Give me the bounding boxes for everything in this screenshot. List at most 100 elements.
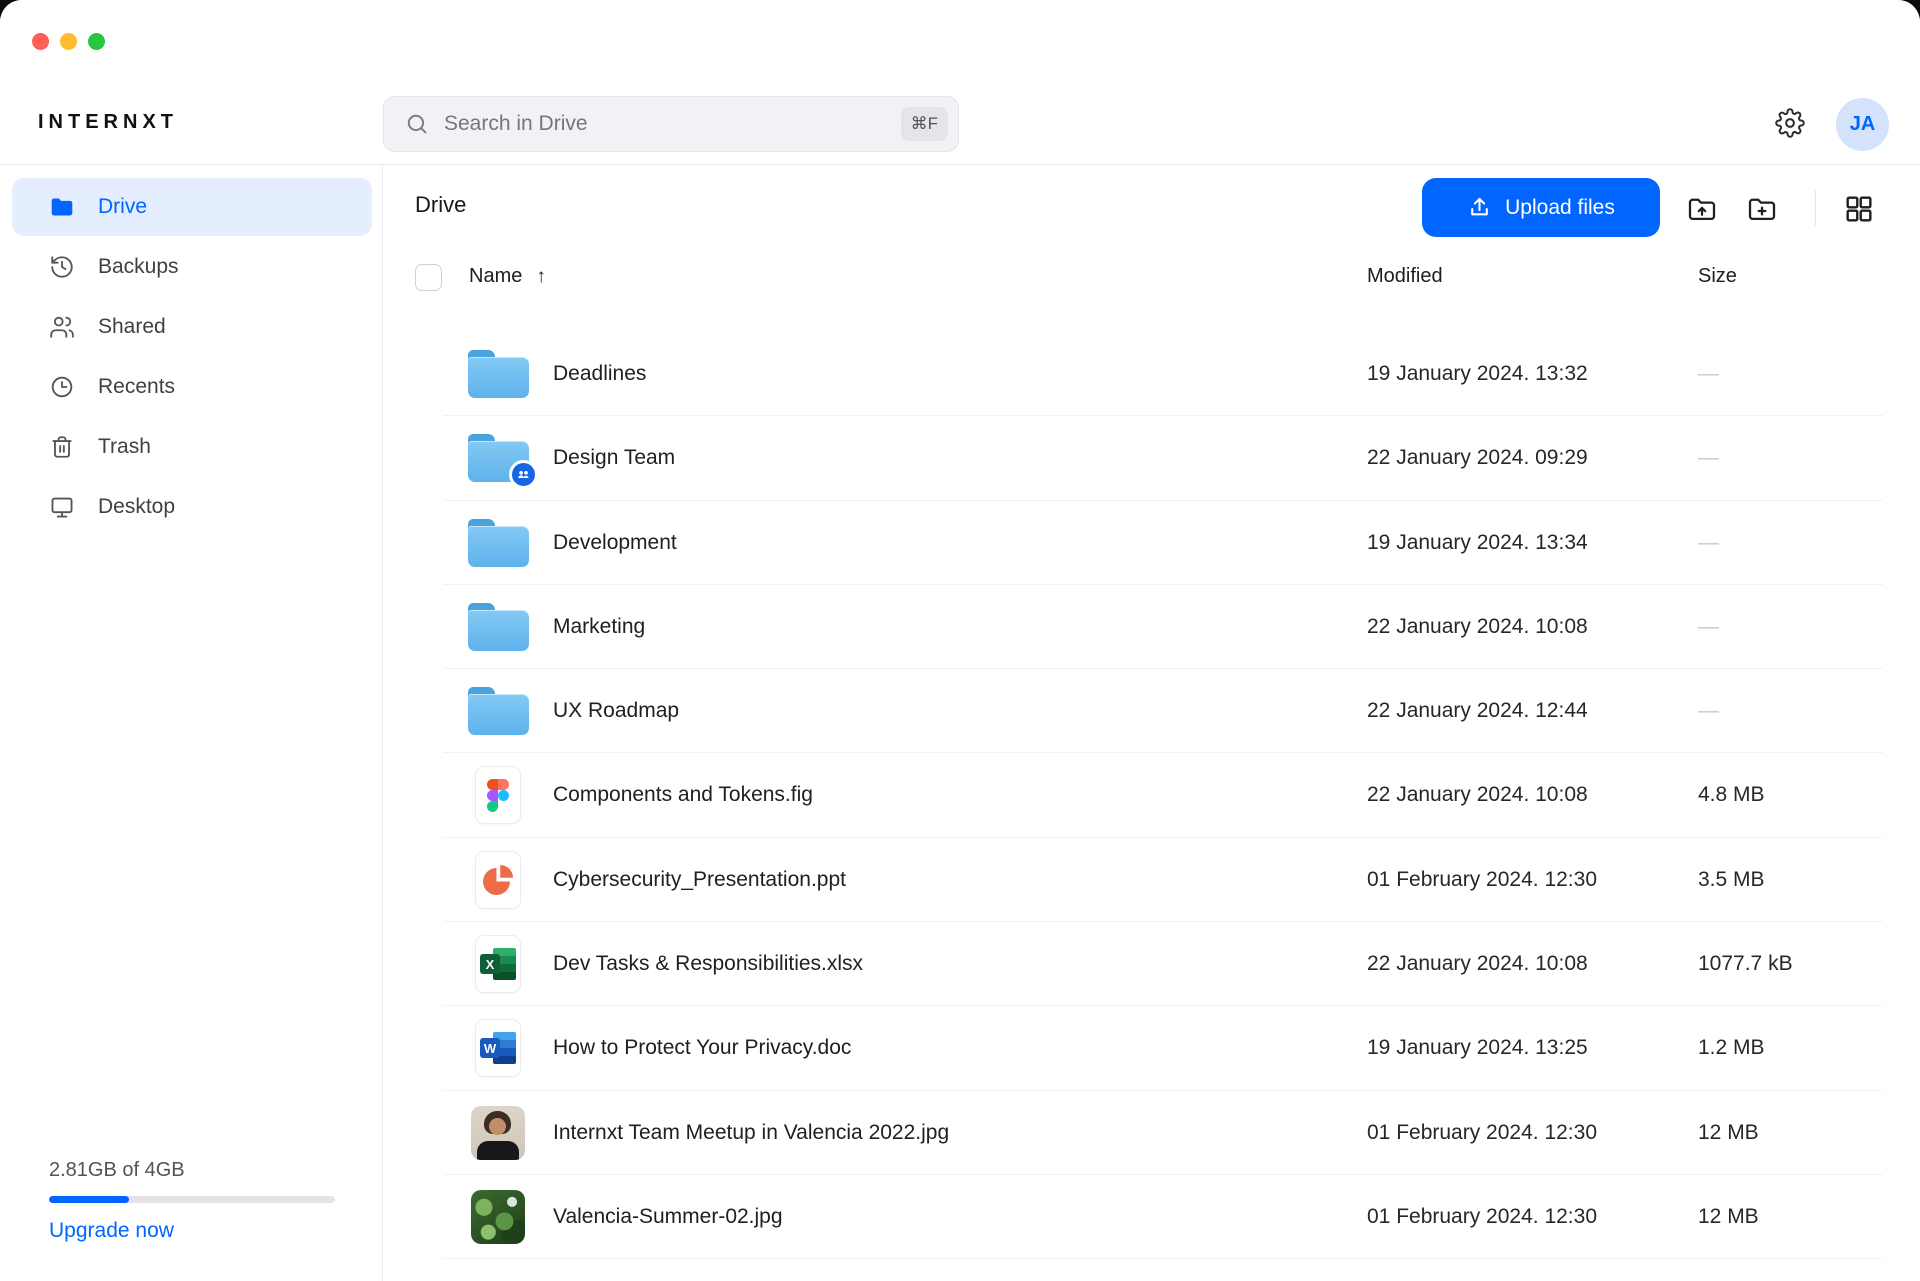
photo-thumbnail-portrait — [471, 1106, 525, 1160]
table-row[interactable]: X W Development 19 January 2024. 13:34 — — [443, 501, 1883, 585]
sidebar-item-shared[interactable]: Shared — [12, 298, 372, 356]
history-icon — [49, 254, 75, 280]
table-row[interactable]: X W Valencia-Summer-02.jpg 01 February 2… — [443, 1175, 1883, 1259]
search-bar[interactable]: ⌘F — [383, 96, 959, 152]
shared-folder-icon — [468, 434, 529, 482]
file-icon: X W — [467, 753, 529, 837]
file-modified: 01 February 2024. 12:30 — [1367, 1175, 1597, 1259]
table-row[interactable]: X W Marketing 22 January 2024. 10:08 — — [443, 585, 1883, 669]
file-name: Dev Tasks & Responsibilities.xlsx — [553, 922, 863, 1006]
file-icon: X W — [467, 1091, 529, 1175]
table-row[interactable]: X W Deadlines 19 January 2024. 13:32 — — [443, 332, 1883, 416]
main-panel: Drive Upload files Name↑ Modified Size — [384, 166, 1920, 1281]
powerpoint-file-icon — [475, 851, 521, 909]
file-icon: X W — [467, 501, 529, 585]
storage-progress-bar — [49, 1196, 335, 1203]
file-modified: 22 January 2024. 10:08 — [1367, 585, 1588, 669]
sidebar-item-recents[interactable]: Recents — [12, 358, 372, 416]
file-name: UX Roadmap — [553, 669, 679, 753]
internxt-logo: INTERNXT — [38, 111, 178, 134]
file-size: 12 MB — [1698, 1091, 1759, 1175]
file-icon: X W — [467, 416, 529, 500]
file-name: Valencia-Summer-02.jpg — [553, 1175, 783, 1259]
grid-view-button[interactable] — [1843, 193, 1875, 225]
photo-thumbnail-leaves — [471, 1190, 525, 1244]
sidebar-item-trash[interactable]: Trash — [12, 418, 372, 476]
new-folder-icon — [1746, 193, 1778, 225]
table-header: Name↑ Modified Size — [384, 250, 1920, 332]
upload-files-button[interactable]: Upload files — [1422, 178, 1660, 237]
search-input[interactable] — [444, 112, 901, 136]
grid-view-icon — [1843, 193, 1875, 225]
file-name: How to Protect Your Privacy.doc — [553, 1006, 851, 1090]
table-row[interactable]: X W Components and Tokens.fig 22 January… — [443, 753, 1883, 837]
file-name: Development — [553, 501, 677, 585]
table-row[interactable]: X W Cybersecurity_Presentation.ppt 01 Fe… — [443, 838, 1883, 922]
file-icon: X W — [467, 922, 529, 1006]
storage-section: 2.81GB of 4GB Upgrade now — [49, 1159, 335, 1243]
file-size: 1.2 MB — [1698, 1006, 1765, 1090]
settings-gear-button[interactable] — [1774, 108, 1806, 140]
folder-icon — [49, 194, 75, 220]
search-icon — [404, 111, 430, 137]
upload-folder-icon — [1686, 193, 1718, 225]
toolbar-divider — [1815, 190, 1816, 226]
file-size: — — [1698, 669, 1719, 753]
people-icon — [49, 314, 75, 340]
window-controls — [32, 33, 105, 50]
app-window: INTERNXT ⌘F JA Drive Backups — [0, 0, 1920, 1281]
sidebar-item-label: Shared — [98, 315, 166, 339]
table-row[interactable]: X W How to Protect Your Privacy.doc 19 J… — [443, 1006, 1883, 1090]
file-modified: 19 January 2024. 13:25 — [1367, 1006, 1588, 1090]
column-header-modified[interactable]: Modified — [1367, 265, 1443, 288]
sidebar-item-desktop[interactable]: Desktop — [12, 478, 372, 536]
upload-icon — [1467, 195, 1492, 220]
folder-icon — [468, 603, 529, 651]
file-modified: 22 January 2024. 10:08 — [1367, 753, 1588, 837]
file-icon: X W — [467, 1006, 529, 1090]
trash-icon — [49, 434, 75, 460]
file-icon: X W — [467, 585, 529, 669]
word-file-icon: W — [475, 1019, 521, 1077]
storage-progress-fill — [49, 1196, 129, 1203]
figma-file-icon — [475, 766, 521, 824]
file-size: 1077.7 kB — [1698, 922, 1793, 1006]
excel-file-icon: X — [475, 935, 521, 993]
column-header-size[interactable]: Size — [1698, 265, 1737, 288]
file-modified: 22 January 2024. 09:29 — [1367, 416, 1588, 500]
sidebar-item-drive[interactable]: Drive — [12, 178, 372, 236]
file-size: 12 MB — [1698, 1175, 1759, 1259]
minimize-window-button[interactable] — [60, 33, 77, 50]
file-name: Internxt Team Meetup in Valencia 2022.jp… — [553, 1091, 949, 1175]
sidebar-item-label: Desktop — [98, 495, 175, 519]
sort-ascending-icon: ↑ — [536, 266, 546, 287]
column-header-name[interactable]: Name↑ — [469, 265, 546, 288]
avatar[interactable]: JA — [1836, 98, 1889, 151]
file-modified: 01 February 2024. 12:30 — [1367, 838, 1597, 922]
sidebar-item-label: Backups — [98, 255, 179, 279]
upgrade-now-link[interactable]: Upgrade now — [49, 1219, 174, 1243]
file-name: Design Team — [553, 416, 675, 500]
sidebar-item-label: Trash — [98, 435, 151, 459]
table-row[interactable]: X W UX Roadmap 22 January 2024. 12:44 — — [443, 669, 1883, 753]
file-size: — — [1698, 416, 1719, 500]
table-row[interactable]: X W Internxt Team Meetup in Valencia 202… — [443, 1091, 1883, 1175]
file-name: Components and Tokens.fig — [553, 753, 813, 837]
table-row[interactable]: X W Dev Tasks & Responsibilities.xlsx 22… — [443, 922, 1883, 1006]
upload-folder-button[interactable] — [1686, 193, 1718, 225]
close-window-button[interactable] — [32, 33, 49, 50]
file-name: Deadlines — [553, 332, 646, 416]
file-size: 4.8 MB — [1698, 753, 1765, 837]
zoom-window-button[interactable] — [88, 33, 105, 50]
file-size: 3.5 MB — [1698, 838, 1765, 922]
file-size: — — [1698, 585, 1719, 669]
new-folder-button[interactable] — [1746, 193, 1778, 225]
folder-icon — [468, 687, 529, 735]
sidebar-item-backups[interactable]: Backups — [12, 238, 372, 296]
storage-usage-text: 2.81GB of 4GB — [49, 1159, 335, 1182]
table-row[interactable]: X W Design Team 22 January 2024. 09:29 — — [443, 416, 1883, 500]
top-bar: INTERNXT ⌘F JA — [0, 0, 1920, 165]
folder-icon — [468, 350, 529, 398]
sidebar-item-label: Recents — [98, 375, 175, 399]
select-all-checkbox[interactable] — [415, 264, 442, 291]
